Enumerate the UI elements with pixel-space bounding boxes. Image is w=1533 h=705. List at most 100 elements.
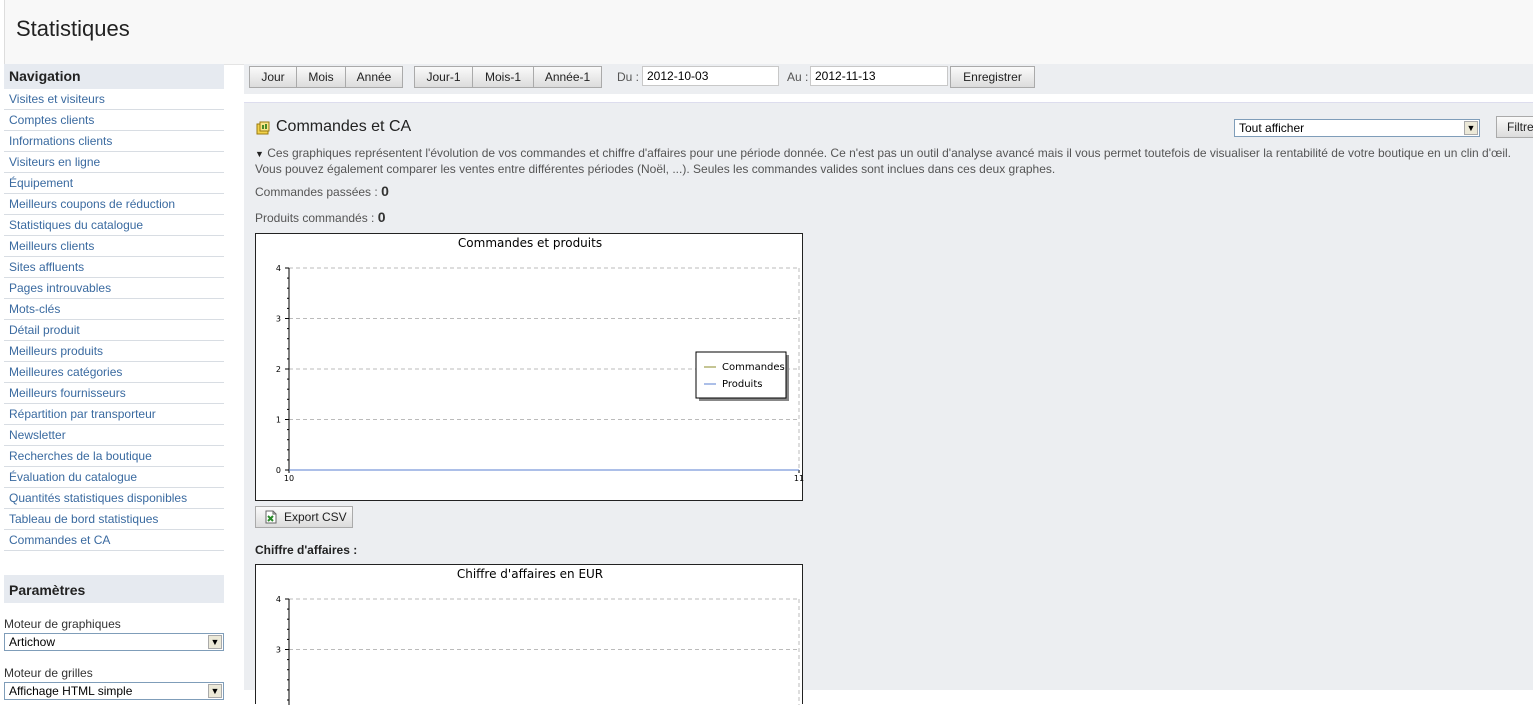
y-tick-label: 4 (276, 595, 281, 604)
orders-products-chart-svg: Commandes et produits 0 1 2 3 4 10 11 Commandes P… (276, 236, 804, 483)
sidebar-item[interactable]: Statistiques du catalogue (4, 215, 224, 236)
orders-products-chart: Commandes et produits 0 1 2 3 4 10 11 Commandes P… (255, 233, 804, 501)
sidebar-item[interactable]: Visites et visiteurs (4, 89, 224, 110)
sidebar-item-link[interactable]: Newsletter (9, 428, 66, 442)
sidebar-item[interactable]: Tableau de bord statistiques (4, 509, 224, 530)
legend-label: Produits (722, 379, 762, 390)
sidebar-item[interactable]: Visiteurs en ligne (4, 152, 224, 173)
sidebar-item-link[interactable]: Tableau de bord statistiques (9, 512, 158, 526)
sidebar-item-link[interactable]: Visites et visiteurs (9, 92, 105, 106)
sidebar-item-link[interactable]: Meilleurs coupons de réduction (9, 197, 175, 211)
month-prev-button[interactable]: Mois-1 (472, 66, 534, 88)
navigation-title: Navigation (4, 64, 224, 89)
sidebar-item-link[interactable]: Informations clients (9, 134, 112, 148)
revenue-chart: Chiffre d'affaires en EUR 3 4 (255, 564, 803, 705)
from-date-input[interactable]: 2012-10-03 (642, 66, 779, 86)
legend-label: Commandes (722, 362, 785, 373)
sidebar-item-link[interactable]: Meilleures catégories (9, 365, 122, 379)
orders-label: Commandes passées : (255, 185, 378, 199)
year-button[interactable]: Année (345, 66, 403, 88)
save-button[interactable]: Enregistrer (950, 66, 1035, 88)
sidebar-item[interactable]: Recherches de la boutique (4, 446, 224, 467)
orders-stat: Commandes passées : 0 (255, 183, 389, 199)
page-header: Statistiques (4, 0, 1533, 65)
navigation-list: Visites et visiteurs Comptes clients Infor… (4, 89, 224, 551)
sidebar-item-link[interactable]: Recherches de la boutique (9, 449, 152, 463)
x-tick-label: 11 (794, 474, 804, 483)
to-date-input[interactable]: 2012-11-13 (810, 66, 948, 86)
y-tick-label: 4 (276, 264, 281, 273)
grid-engine-label: Moteur de grilles (4, 666, 93, 680)
csv-file-icon (265, 510, 277, 524)
year-prev-button[interactable]: Année-1 (533, 66, 602, 88)
sidebar-item[interactable]: Meilleurs produits (4, 341, 224, 362)
sidebar-item-link[interactable]: Équipement (9, 176, 73, 190)
sidebar-item[interactable]: Quantités statistiques disponibles (4, 488, 224, 509)
sidebar-item-link[interactable]: Statistiques du catalogue (9, 218, 143, 232)
sidebar-item[interactable]: Commandes et CA (4, 530, 224, 551)
sidebar-item[interactable]: Comptes clients (4, 110, 224, 131)
sidebar-item-link[interactable]: Répartition par transporteur (9, 407, 156, 421)
from-label: Du : (617, 70, 640, 84)
sidebar-item-link[interactable]: Évaluation du catalogue (9, 470, 137, 484)
sidebar-item[interactable]: Évaluation du catalogue (4, 467, 224, 488)
y-tick-label: 2 (276, 365, 281, 374)
products-label: Produits commandés : (255, 211, 375, 225)
sidebar-item[interactable]: Pages introuvables (4, 278, 224, 299)
graph-engine-select[interactable]: Artichow ▼ (4, 633, 224, 651)
sidebar-item-link[interactable]: Meilleurs produits (9, 344, 103, 358)
to-label: Au : (787, 70, 809, 84)
sidebar-item[interactable]: Meilleures catégories (4, 362, 224, 383)
filter-value: Tout afficher (1239, 121, 1305, 135)
sidebar-item[interactable]: Sites affluents (4, 257, 224, 278)
chevron-down-icon: ▼ (1464, 121, 1478, 135)
sidebar-item[interactable]: Détail produit (4, 320, 224, 341)
sidebar-item[interactable]: Équipement (4, 173, 224, 194)
sidebar-item[interactable]: Informations clients (4, 131, 224, 152)
sidebar-item-link[interactable]: Quantités statistiques disponibles (9, 491, 187, 505)
y-tick-label: 3 (276, 646, 281, 655)
date-toolbar: Jour Mois Année Jour-1 Mois-1 Année-1 Du… (244, 64, 1533, 94)
sidebar-item[interactable]: Meilleurs coupons de réduction (4, 194, 224, 215)
sidebar-item-link[interactable]: Pages introuvables (9, 281, 111, 295)
sidebar-item[interactable]: Meilleurs fournisseurs (4, 383, 224, 404)
sidebar-item-link[interactable]: Mots-clés (9, 302, 60, 316)
module-title: Commandes et CA (276, 118, 412, 135)
sidebar-item[interactable]: Meilleurs clients (4, 236, 224, 257)
legend-box (695, 351, 787, 399)
filter-select[interactable]: Tout afficher ▼ (1234, 119, 1480, 137)
y-tick-label: 3 (276, 315, 281, 324)
sidebar-item-link[interactable]: Meilleurs clients (9, 239, 94, 253)
description-text: Ces graphiques représentent l'évolution … (255, 146, 1512, 176)
revenue-section-label: Chiffre d'affaires : (255, 543, 358, 557)
month-button[interactable]: Mois (296, 66, 346, 88)
x-tick-label: 10 (284, 474, 294, 483)
day-button[interactable]: Jour (249, 66, 297, 88)
sidebar-item-link[interactable]: Comptes clients (9, 113, 94, 127)
collapse-triangle-icon[interactable]: ▼ (255, 149, 264, 159)
grid-engine-select[interactable]: Affichage HTML simple ▼ (4, 682, 224, 700)
sidebar-item-link[interactable]: Détail produit (9, 323, 80, 337)
orders-value: 0 (381, 183, 389, 199)
sidebar-item[interactable]: Mots-clés (4, 299, 224, 320)
sidebar-item-link[interactable]: Commandes et CA (9, 533, 110, 547)
chart-title: Commandes et produits (458, 236, 602, 250)
y-tick-label: 0 (276, 466, 281, 475)
module-description: ▼ Ces graphiques représentent l'évolutio… (255, 146, 1525, 177)
sidebar-item-link[interactable]: Sites affluents (9, 260, 84, 274)
sidebar: Navigation Visites et visiteurs Comptes c… (4, 64, 224, 700)
sidebar-item-link[interactable]: Visiteurs en ligne (9, 155, 100, 169)
y-tick-label: 1 (276, 416, 281, 425)
chart-title: Chiffre d'affaires en EUR (457, 567, 603, 581)
parameters-title: Paramètres (4, 575, 224, 603)
sidebar-item[interactable]: Répartition par transporteur (4, 404, 224, 425)
stats-module-icon (256, 121, 270, 135)
chevron-down-icon: ▼ (208, 635, 222, 649)
day-prev-button[interactable]: Jour-1 (414, 66, 473, 88)
chevron-down-icon: ▼ (208, 684, 222, 698)
products-stat: Produits commandés : 0 (255, 209, 386, 225)
sidebar-item[interactable]: Newsletter (4, 425, 224, 446)
sidebar-item-link[interactable]: Meilleurs fournisseurs (9, 386, 126, 400)
filter-button[interactable]: Filtre (1496, 116, 1533, 138)
export-csv-button[interactable]: Export CSV (255, 506, 353, 528)
